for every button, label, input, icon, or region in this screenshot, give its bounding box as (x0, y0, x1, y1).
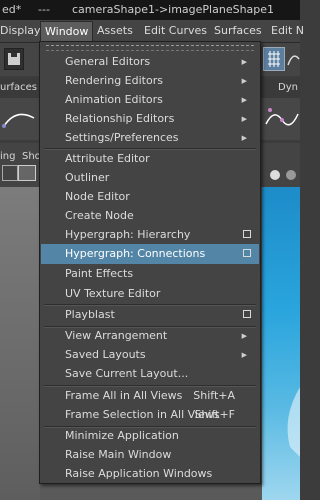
menu-item-uv-texture-editor[interactable]: UV Texture Editor (41, 284, 259, 304)
shortcut-frame-selection: Shift+F (194, 408, 235, 421)
menu-item-frame-all[interactable]: Frame All in All Views Shift+A (41, 386, 259, 406)
menu-item-view-arrangement[interactable]: View Arrangement ▶ (41, 326, 259, 346)
submenu-arrow-icon: ▶ (241, 134, 247, 142)
wireframe-icon[interactable] (18, 165, 36, 181)
submenu-arrow-icon: ▶ (241, 77, 247, 85)
menu-item-save-current-layout[interactable]: Save Current Layout... (41, 364, 259, 384)
window-title: cameraShape1->imagePlaneShape1 (72, 3, 275, 16)
snap-curve-icon[interactable] (286, 49, 300, 69)
menu-edit-curves[interactable]: Edit Curves (144, 20, 207, 42)
menu-item-create-node[interactable]: Create Node (41, 206, 259, 226)
menu-window[interactable]: Window (40, 21, 94, 42)
menu-item-frame-selection[interactable]: Frame Selection in All Views Shift+F (41, 405, 259, 425)
panel-menu-lighting[interactable]: ing (0, 151, 15, 162)
panel-menu-show[interactable]: Sho (22, 151, 41, 162)
menu-item-outliner[interactable]: Outliner (41, 168, 259, 188)
submenu-arrow-icon: ▶ (241, 58, 247, 66)
menu-item-minimize-application[interactable]: Minimize Application (41, 426, 259, 446)
menu-assets[interactable]: Assets (97, 20, 133, 42)
menu-edit-nurbs[interactable]: Edit N (271, 20, 304, 42)
submenu-arrow-icon: ▶ (241, 351, 247, 359)
title-separator: --- (38, 3, 50, 16)
menu-surfaces[interactable]: Surfaces (214, 20, 262, 42)
shelf-tab-dynamics[interactable]: Dyn (278, 82, 298, 93)
menu-item-animation-editors[interactable]: Animation Editors ▶ (41, 90, 259, 110)
textured-ball-icon[interactable] (286, 170, 296, 180)
option-box-icon[interactable] (243, 249, 251, 257)
menu-item-hypergraph-connections[interactable]: Hypergraph: Connections (41, 244, 259, 264)
title-left-fragment: ed* (2, 3, 22, 16)
shortcut-frame-all: Shift+A (193, 389, 235, 402)
submenu-arrow-icon: ▶ (241, 115, 247, 123)
menu-item-paint-effects[interactable]: Paint Effects (41, 264, 259, 284)
menu-item-attribute-editor[interactable]: Attribute Editor (41, 149, 259, 169)
main-menubar: Display Window Assets Edit Curves Surfac… (0, 20, 304, 43)
menu-tear-off[interactable] (46, 45, 254, 51)
menu-display[interactable]: Display (0, 20, 41, 42)
menu-item-hypergraph-hierarchy[interactable]: Hypergraph: Hierarchy (41, 225, 259, 245)
image-plane-sky (262, 187, 300, 500)
snap-grid-icon[interactable] (263, 47, 285, 71)
window-title-bar: ed* --- cameraShape1->imagePlaneShape1 (0, 0, 300, 20)
menu-item-playblast[interactable]: Playblast (41, 305, 259, 325)
menu-item-raise-application-windows[interactable]: Raise Application Windows (41, 464, 259, 484)
shaded-ball-icon[interactable] (270, 170, 280, 180)
camera-select-icon[interactable] (2, 165, 18, 181)
menu-item-settings-preferences[interactable]: Settings/Preferences ▶ (41, 128, 259, 148)
option-box-icon[interactable] (243, 310, 251, 318)
submenu-arrow-icon: ▶ (241, 332, 247, 340)
submenu-arrow-icon: ▶ (241, 96, 247, 104)
window-menu-dropdown: General Editors ▶ Rendering Editors ▶ Anim… (39, 41, 261, 484)
curve-tool-icon[interactable] (2, 104, 36, 134)
menu-item-general-editors[interactable]: General Editors ▶ (41, 52, 259, 72)
menu-item-rendering-editors[interactable]: Rendering Editors ▶ (41, 71, 259, 91)
viewport-left-edge (0, 187, 40, 500)
menu-item-relationship-editors[interactable]: Relationship Editors ▶ (41, 109, 259, 129)
menu-item-node-editor[interactable]: Node Editor (41, 187, 259, 207)
save-scene-icon[interactable] (4, 48, 24, 70)
nurbs-curve-icon[interactable] (262, 104, 300, 134)
menu-item-raise-main-window[interactable]: Raise Main Window (41, 445, 259, 465)
option-box-icon[interactable] (243, 230, 251, 238)
menu-item-saved-layouts[interactable]: Saved Layouts ▶ (41, 345, 259, 365)
shelf-tab-surfaces[interactable]: urfaces (0, 82, 37, 93)
